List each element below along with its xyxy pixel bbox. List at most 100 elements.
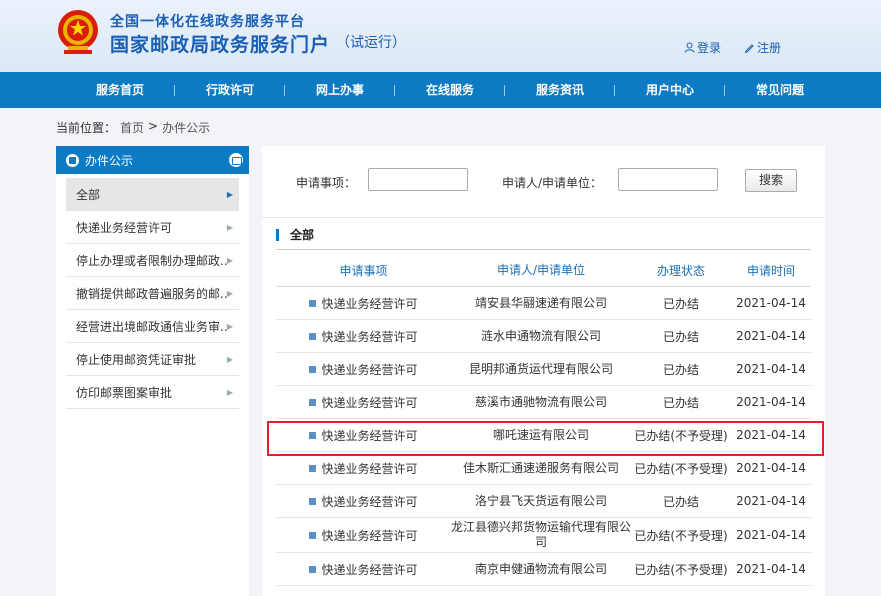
sidebar-item-label: 停止办理或者限制办理邮政...	[76, 253, 227, 268]
status-cell: 已办结(不予受理)	[634, 461, 728, 476]
bullet-icon	[309, 531, 317, 539]
sidebar-title: 办件公示	[85, 153, 134, 168]
status-cell: 已办结	[662, 329, 699, 344]
applicant-cell: 昆明邦通货运代理有限公司	[468, 361, 613, 376]
applicant-search-input[interactable]	[618, 168, 718, 191]
nav-item-licensing[interactable]: 行政许可	[175, 72, 285, 108]
item-link[interactable]: 快递业务经营许可	[321, 462, 417, 476]
table-row: 快递业务经营许可 佳木斯汇通速递服务有限公司 已办结(不予受理) 2021-04…	[276, 452, 811, 485]
sidebar-item-label: 快递业务经营许可	[76, 220, 173, 235]
caret-right-icon: ▶	[226, 189, 233, 199]
item-link[interactable]: 快递业务经营许可	[321, 363, 417, 377]
table-row-highlighted: 快递业务经营许可 哪吒速运有限公司 已办结(不予受理) 2021-04-14	[276, 419, 811, 452]
portal-name: 国家邮政局政务服务门户	[110, 34, 331, 56]
item-field-label: 申请事项：	[296, 176, 357, 190]
status-cell: 已办结	[662, 395, 699, 410]
status-cell: 已办结(不予受理)	[634, 562, 728, 577]
item-link[interactable]: 快递业务经营许可	[321, 495, 417, 509]
bullet-icon	[309, 299, 317, 307]
register-label: 注册	[757, 41, 782, 55]
nav-item-user-center[interactable]: 用户中心	[615, 72, 725, 108]
main-nav: 服务首页 行政许可 网上办事 在线服务 服务资讯 用户中心 常见问题	[0, 72, 881, 108]
col-header-item: 申请事项	[339, 263, 388, 278]
login-label: 登录	[697, 41, 722, 55]
bullet-icon	[309, 365, 317, 373]
bullet-icon	[309, 398, 317, 406]
date-cell: 2021-04-14	[736, 562, 806, 576]
date-cell: 2021-04-14	[736, 296, 806, 310]
sidebar-item-all[interactable]: 全部 ▶	[66, 178, 239, 211]
sidebar-item-stop-postage[interactable]: 停止使用邮资凭证审批 ▶	[66, 343, 239, 376]
nav-item-online-service[interactable]: 在线服务	[395, 72, 505, 108]
bullet-icon	[309, 497, 317, 505]
trial-note: （试运行）	[336, 35, 406, 51]
applicant-cell: 靖安县华翮速递有限公司	[474, 295, 607, 310]
nav-item-faq[interactable]: 常见问题	[725, 72, 835, 108]
site-header: 全国一体化在线政务服务平台 国家邮政局政务服务门户 （试运行） 登录 注册	[0, 0, 881, 72]
applicant-field-label: 申请人/申请单位：	[502, 176, 603, 190]
nav-item-online-affairs[interactable]: 网上办事	[285, 72, 395, 108]
sidebar-item-label: 停止使用邮资凭证审批	[76, 352, 197, 367]
caret-right-icon: ▶	[226, 255, 233, 265]
login-link[interactable]: 登录	[684, 39, 721, 56]
breadcrumb-prefix: 当前位置：	[56, 121, 117, 135]
bullet-icon	[309, 332, 317, 340]
item-search-input[interactable]	[368, 168, 468, 191]
national-emblem-icon	[58, 10, 98, 54]
register-link[interactable]: 注册	[744, 39, 781, 56]
sidebar-item-label: 全部	[76, 187, 101, 202]
date-cell: 2021-04-14	[736, 329, 806, 343]
nav-item-home[interactable]: 服务首页	[65, 72, 175, 108]
search-button[interactable]: 搜索	[745, 169, 797, 192]
sidebar: 办件公示 全部 ▶ 快递业务经营许可 ▶ 停止办理或者限制办理邮政... ▶ 撤…	[56, 146, 249, 596]
breadcrumb-current[interactable]: 办件公示	[162, 119, 210, 136]
applicant-cell: 佳木斯汇通速递服务有限公司	[462, 460, 619, 475]
sidebar-item-label: 仿印邮票图案审批	[76, 385, 173, 400]
applicant-cell: 南京申健通物流有限公司	[474, 561, 607, 576]
main-content: 申请事项： 申请人/申请单位： 搜索 全部 申请事项 申请人/申请单位 办理状态…	[262, 146, 825, 596]
caret-right-icon: ▶	[226, 354, 233, 364]
date-cell: 2021-04-14	[736, 395, 806, 409]
sidebar-item-label: 撤销提供邮政普遍服务的邮...	[76, 286, 227, 301]
section-marker	[276, 228, 279, 241]
section-divider	[276, 249, 811, 250]
item-link[interactable]: 快递业务经营许可	[321, 529, 417, 543]
bullet-icon	[309, 431, 317, 439]
bullet-icon	[309, 464, 317, 472]
table-row: 快递业务经营许可 昆明邦通货运代理有限公司 已办结 2021-04-14	[276, 353, 811, 386]
table-row: 快递业务经营许可 慈溪市通驰物流有限公司 已办结 2021-04-14	[276, 386, 811, 419]
sidebar-item-express-license[interactable]: 快递业务经营许可 ▶	[66, 211, 239, 244]
breadcrumb-home[interactable]: 首页	[120, 119, 144, 136]
item-link[interactable]: 快递业务经营许可	[321, 396, 417, 410]
item-link[interactable]: 快递业务经营许可	[321, 563, 417, 577]
item-link[interactable]: 快递业务经营许可	[321, 297, 417, 311]
list-icon	[66, 153, 79, 167]
caret-right-icon: ▶	[226, 321, 233, 331]
pencil-icon	[744, 44, 754, 53]
sidebar-item-cross-border[interactable]: 经营进出境邮政通信业务审... ▶	[66, 310, 239, 343]
sidebar-header: 办件公示	[56, 146, 249, 174]
status-cell: 已办结	[662, 362, 699, 377]
applicant-cell: 涟水申通物流有限公司	[480, 328, 601, 343]
applicant-cell: 哪吒速运有限公司	[492, 427, 589, 442]
caret-right-icon: ▶	[226, 387, 233, 397]
table-row: 快递业务经营许可 洛宁县飞天货运有限公司 已办结 2021-04-14	[276, 485, 811, 518]
status-cell: 已办结(不予受理)	[634, 528, 728, 543]
sidebar-item-stamp-copy[interactable]: 仿印邮票图案审批 ▶	[66, 376, 239, 409]
table-row: 快递业务经营许可 龙江县德兴邦货物运输代理有限公司 已办结(不予受理) 2021…	[276, 518, 811, 553]
status-cell: 已办结	[662, 494, 699, 509]
item-link[interactable]: 快递业务经营许可	[321, 429, 417, 443]
table-row: 快递业务经营许可 靖安县华翮速递有限公司 已办结 2021-04-14	[276, 287, 811, 320]
sidebar-item-stop-restrict[interactable]: 停止办理或者限制办理邮政... ▶	[66, 244, 239, 277]
table-row: 快递业务经营许可 南京申健通物流有限公司 已办结(不予受理) 2021-04-1…	[276, 553, 811, 586]
search-bar: 申请事项： 申请人/申请单位： 搜索	[262, 146, 825, 218]
sidebar-item-revoke-universal[interactable]: 撤销提供邮政普遍服务的邮... ▶	[66, 277, 239, 310]
sidebar-item-label: 经营进出境邮政通信业务审...	[76, 319, 227, 334]
nav-item-news[interactable]: 服务资讯	[505, 72, 615, 108]
status-cell: 已办结	[662, 296, 699, 311]
date-cell: 2021-04-14	[736, 362, 806, 376]
book-icon	[229, 153, 243, 167]
col-header-applicant: 申请人/申请单位	[496, 262, 586, 277]
applicant-cell: 洛宁县飞天货运有限公司	[474, 493, 607, 508]
item-link[interactable]: 快递业务经营许可	[321, 330, 417, 344]
